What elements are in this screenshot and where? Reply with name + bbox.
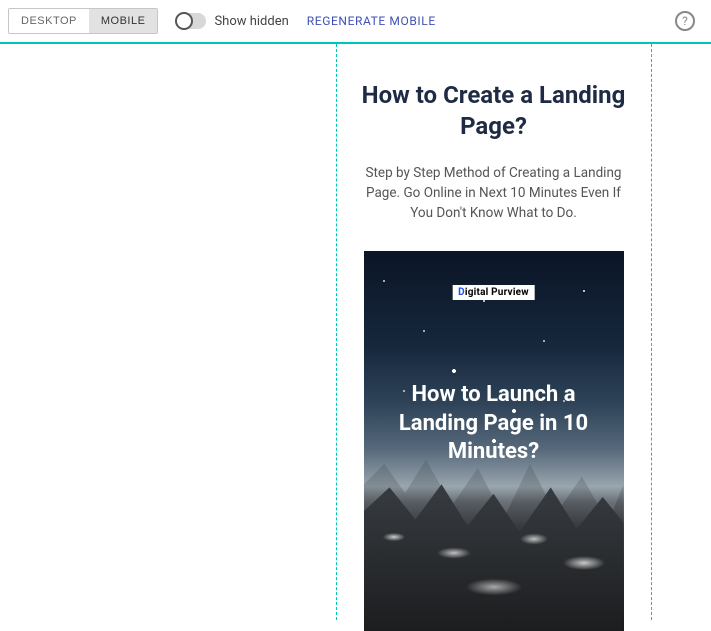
hero-logo-accent: D [458,287,465,298]
hero-logo-badge: Digital Purview [452,285,535,300]
hero-logo-text: igital Purview [465,287,529,298]
help-icon[interactable]: ? [675,11,695,31]
regenerate-mobile-link[interactable]: REGENERATE MOBILE [307,14,436,28]
page-headline: How to Create a Landing Page? [360,80,627,142]
hero-headline: How to Launch a Landing Page in 10 Minut… [364,381,624,467]
snow-decoration [364,517,624,631]
desktop-tab[interactable]: DESKTOP [9,9,89,33]
toggle-knob [175,12,193,30]
view-switch: DESKTOP MOBILE [8,8,158,34]
show-hidden-label: Show hidden [214,14,288,29]
mobile-preview-frame[interactable]: How to Create a Landing Page? Step by St… [336,44,651,631]
hero-image[interactable]: Digital Purview How to Launch a Landing … [364,251,624,631]
page-subtext: Step by Step Method of Creating a Landin… [360,164,627,223]
mobile-guide-right [651,44,652,620]
editor-toolbar: DESKTOP MOBILE Show hidden REGENERATE MO… [0,0,711,44]
show-hidden-control: Show hidden [176,13,288,29]
show-hidden-toggle[interactable] [176,13,206,29]
preview-canvas: How to Create a Landing Page? Step by St… [0,44,711,620]
mobile-tab[interactable]: MOBILE [89,9,158,33]
